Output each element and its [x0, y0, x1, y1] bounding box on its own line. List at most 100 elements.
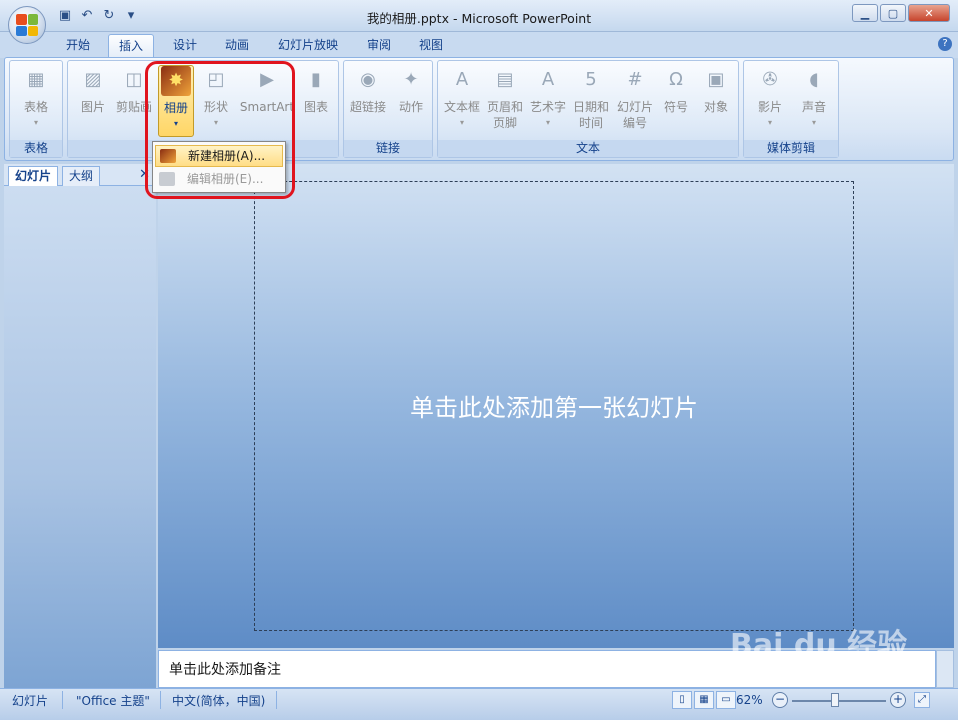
- minimize-button[interactable]: ▁: [852, 4, 878, 22]
- tab-view[interactable]: 视图: [409, 34, 453, 58]
- sound-button[interactable]: ◖ 声音 ▾: [794, 65, 834, 131]
- chevron-down-icon: ▾: [213, 118, 218, 127]
- picture-button[interactable]: ▨ 图片: [74, 65, 112, 115]
- clipart-button[interactable]: ◫ 剪贴画: [114, 65, 154, 115]
- tab-review[interactable]: 审阅: [357, 34, 401, 58]
- calendar-icon: 5: [585, 69, 597, 90]
- smartart-button[interactable]: ▶ SmartArt: [238, 65, 296, 115]
- office-button[interactable]: [8, 6, 46, 44]
- group-label-media: 媒体剪辑: [744, 140, 838, 157]
- new-album-label: 新建相册(A)...: [188, 149, 266, 163]
- picture-icon: ▨: [84, 69, 102, 90]
- close-pane-icon[interactable]: ✕: [139, 167, 150, 182]
- movie-button[interactable]: ✇ 影片 ▾: [750, 65, 790, 131]
- zoom-level[interactable]: 62%: [736, 693, 763, 707]
- edit-album-menu-item[interactable]: 编辑相册(E)...: [155, 169, 283, 191]
- album-button[interactable]: ✸ 相册 ▾: [158, 65, 194, 137]
- tab-animations[interactable]: 动画: [215, 34, 259, 58]
- wordart-button[interactable]: A 艺术字 ▾: [528, 65, 568, 131]
- tab-slideshow[interactable]: 幻灯片放映: [268, 34, 348, 58]
- textbox-button[interactable]: A 文本框 ▾: [442, 65, 482, 131]
- zoom-in-icon[interactable]: +: [890, 692, 906, 708]
- datetime-button[interactable]: 5 日期和 时间: [570, 65, 612, 131]
- symbol-button[interactable]: Ω 符号: [658, 65, 694, 115]
- slide-number-label-2: 编号: [622, 116, 647, 130]
- table-icon: ▦: [27, 69, 45, 90]
- office-logo-icon: [16, 14, 38, 36]
- group-label-tables: 表格: [10, 140, 62, 157]
- notes-scrollbar[interactable]: [936, 650, 954, 688]
- baidu-watermark-url: jingyan.baidu.com: [738, 672, 849, 686]
- action-button[interactable]: ✦ 动作: [392, 65, 430, 115]
- action-icon: ✦: [403, 69, 419, 90]
- slide-canvas[interactable]: 单击此处添加第一张幻灯片: [254, 181, 854, 631]
- slide-number-button[interactable]: # 幻灯片 编号: [614, 65, 656, 131]
- album-dropdown-menu: 新建相册(A)... 编辑相册(E)...: [152, 141, 286, 193]
- pane-tabs: 幻灯片 大纲 ✕: [4, 164, 156, 186]
- status-divider: [276, 691, 277, 709]
- smartart-label: SmartArt: [239, 100, 295, 114]
- omega-icon: Ω: [669, 69, 683, 90]
- status-divider: [160, 691, 161, 709]
- status-language[interactable]: 中文(简体，中国): [172, 693, 265, 709]
- sound-label: 声音: [801, 100, 826, 114]
- datetime-label-2: 时间: [578, 116, 603, 130]
- status-divider: [62, 691, 63, 709]
- view-buttons: ▯ ▦ ▭: [672, 691, 736, 709]
- chevron-down-icon: ▾: [767, 118, 772, 127]
- chevron-down-icon: ▾: [33, 118, 38, 127]
- status-view: 幻灯片: [12, 694, 49, 708]
- slide-title-placeholder[interactable]: 单击此处添加第一张幻灯片: [255, 388, 853, 423]
- clipart-icon: ◫: [125, 69, 143, 90]
- fit-to-window-icon[interactable]: ⤢: [914, 692, 930, 708]
- tab-design[interactable]: 设计: [163, 34, 207, 58]
- status-theme[interactable]: "Office 主题": [76, 693, 150, 709]
- chart-icon: ▮: [311, 69, 321, 90]
- ribbon: ▦ 表格 ▾ 表格 ▨ 图片 ◫ 剪贴画 ✸ 相册 ▾ ◰ 形状 ▾ ▶ Sma…: [4, 57, 954, 161]
- new-album-icon: [160, 149, 176, 163]
- tab-outline[interactable]: 大纲: [62, 166, 101, 186]
- table-button[interactable]: ▦ 表格 ▾: [16, 65, 56, 131]
- header-footer-button[interactable]: ▤ 页眉和 页脚: [484, 65, 526, 131]
- tab-slides[interactable]: 幻灯片: [8, 166, 59, 186]
- close-button[interactable]: ✕: [908, 4, 950, 22]
- window-title: 我的相册.pptx - Microsoft PowerPoint: [366, 11, 592, 26]
- wordart-label: 艺术字: [529, 100, 566, 114]
- datetime-label-1: 日期和: [572, 100, 609, 114]
- zoom-slider-thumb[interactable]: [831, 693, 840, 707]
- speaker-icon: ◖: [809, 69, 819, 90]
- shapes-icon: ◰: [207, 69, 225, 90]
- group-media: ✇ 影片 ▾ ◖ 声音 ▾ 媒体剪辑: [743, 60, 839, 158]
- help-icon[interactable]: ?: [938, 37, 952, 51]
- tab-home[interactable]: 开始: [56, 34, 100, 58]
- chart-button[interactable]: ▮ 图表: [298, 65, 334, 115]
- normal-view-icon[interactable]: ▯: [672, 691, 692, 709]
- textbox-icon: A: [455, 69, 469, 90]
- hyperlink-button[interactable]: ◉ 超链接: [346, 65, 390, 115]
- object-button[interactable]: ▣ 对象: [698, 65, 734, 115]
- group-label-text: 文本: [438, 140, 738, 157]
- slideshow-icon[interactable]: ▭: [716, 691, 736, 709]
- slide-workspace: 单击此处添加第一张幻灯片: [158, 164, 954, 648]
- picture-label: 图片: [80, 100, 105, 114]
- action-label: 动作: [398, 100, 423, 114]
- group-label-links: 链接: [344, 140, 432, 157]
- film-reel-icon: ✇: [762, 69, 778, 90]
- table-label: 表格: [23, 100, 48, 114]
- tab-insert[interactable]: 插入: [108, 34, 155, 58]
- zoom-out-icon[interactable]: −: [772, 692, 788, 708]
- new-album-menu-item[interactable]: 新建相册(A)...: [155, 145, 283, 167]
- baidu-watermark: Bai du 经验: [730, 628, 908, 663]
- wordart-icon: A: [541, 69, 555, 90]
- chevron-down-icon: ▾: [459, 118, 464, 127]
- shapes-button[interactable]: ◰ 形状 ▾: [198, 65, 234, 131]
- symbol-label: 符号: [663, 100, 688, 114]
- object-icon: ▣: [707, 69, 725, 90]
- maximize-button[interactable]: ▢: [880, 4, 906, 22]
- slide-sorter-icon[interactable]: ▦: [694, 691, 714, 709]
- header-footer-label-2: 页脚: [492, 116, 517, 130]
- group-links: ◉ 超链接 ✦ 动作 链接: [343, 60, 433, 158]
- slides-pane: 幻灯片 大纲 ✕: [4, 164, 156, 688]
- slide-number-icon: #: [627, 69, 643, 90]
- header-footer-icon: ▤: [496, 69, 514, 90]
